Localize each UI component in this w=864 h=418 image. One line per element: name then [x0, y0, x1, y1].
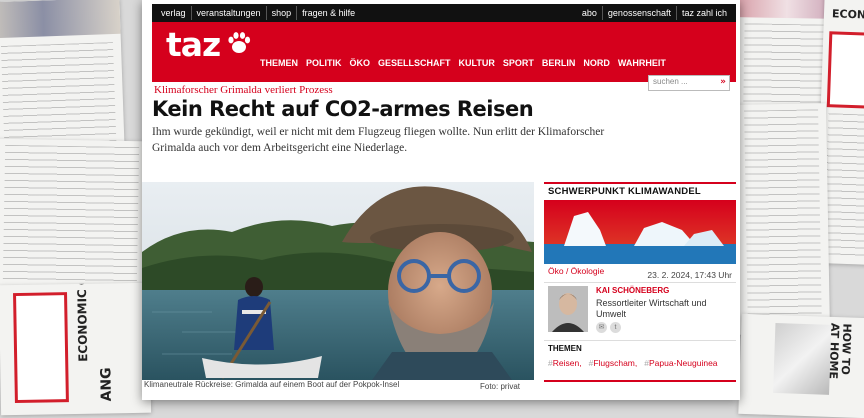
search-input[interactable]: suchen ... »: [648, 75, 730, 91]
article-date: 23. 2. 2024, 17:43 Uhr: [647, 270, 732, 280]
background-red-frame: [13, 292, 69, 404]
image-caption-bar: Klimaneutrale Rückreise: Grimalda auf ei…: [142, 380, 534, 392]
nav-gesellschaft[interactable]: GESELLSCHAFT: [378, 58, 451, 68]
author-name[interactable]: KAI SCHÖNEBERG: [596, 286, 669, 295]
article-headline: Kein Recht auf CO2-armes Reisen: [152, 97, 534, 121]
background-newspaper: ECONOMIC COLLAP ANG: [0, 282, 152, 416]
sidebar-top-rule: [544, 182, 736, 184]
author-avatar[interactable]: [548, 286, 588, 332]
topic-tags: #Reisen, #Flugscham, #Papua-Neuguinea: [548, 358, 718, 368]
nav-sport[interactable]: SPORT: [503, 58, 534, 68]
background-headline: ECONO: [831, 7, 864, 22]
focus-topic-title[interactable]: SCHWERPUNKT KLIMAWANDEL: [548, 186, 701, 197]
iceberg-illustration: [544, 200, 736, 264]
background-red-frame: [826, 31, 864, 109]
double-chevron-right-icon[interactable]: »: [720, 77, 726, 87]
background-photo: [773, 322, 832, 395]
nav-kultur[interactable]: KULTUR: [459, 58, 495, 68]
paw-logo-icon: [228, 32, 251, 53]
background-newspaper: [0, 138, 148, 292]
author-role: Ressortleiter Wirtschaft und Umwelt: [596, 298, 707, 319]
article-teaser: Ihm wurde gekündigt, weil er nicht mit d…: [152, 126, 605, 154]
site-header: taz THEMEN POLITIK ÖKO GESELLSCHAFT KULT…: [152, 22, 736, 91]
nav-oeko[interactable]: ÖKO: [350, 58, 371, 68]
sidebar-mid-rule: [544, 282, 736, 283]
tag-link[interactable]: #Papua-Neuguinea: [644, 358, 717, 368]
article-hero-image[interactable]: [142, 182, 534, 380]
background-newspaper: [735, 103, 831, 335]
nav-politik[interactable]: POLITIK: [306, 58, 342, 68]
link-veranstaltungen[interactable]: veranstaltungen: [192, 6, 267, 20]
mail-icon[interactable]: ✉: [596, 322, 607, 333]
search-placeholder: suchen ...: [653, 77, 688, 86]
themen-label: THEMEN: [548, 344, 582, 353]
background-headline: AT HOME: [826, 322, 842, 380]
top-utility-bar: verlag veranstaltungen shop fragen & hil…: [152, 4, 736, 22]
nav-nord[interactable]: NORD: [583, 58, 610, 68]
article-kicker: Klimaforscher Grimalda verliert Prozess: [154, 84, 333, 96]
nav-berlin[interactable]: BERLIN: [542, 58, 576, 68]
twitter-icon[interactable]: t: [610, 322, 621, 333]
link-verlag[interactable]: verlag: [156, 6, 192, 20]
background-headline: ANG: [98, 367, 115, 402]
background-headline: ECONOMIC COLLAP: [73, 282, 91, 362]
background-newspaper: HOW TO AT HOME: [738, 313, 864, 418]
link-fragen-hilfe[interactable]: fragen & hilfe: [297, 6, 360, 20]
taz-article-page: verlag veranstaltungen shop fragen & hil…: [142, 0, 740, 400]
sidebar-bottom-rule: [544, 380, 736, 382]
sidebar-themen-rule: [544, 340, 736, 341]
main-navigation: THEMEN POLITIK ÖKO GESELLSCHAFT KULTUR S…: [260, 58, 666, 68]
image-caption: Klimaneutrale Rückreise: Grimalda auf ei…: [144, 380, 400, 389]
nav-themen[interactable]: THEMEN: [260, 58, 298, 68]
image-credit: Foto: privat: [479, 382, 520, 391]
link-abo[interactable]: abo: [577, 6, 603, 20]
tag-link[interactable]: #Reisen,: [548, 358, 582, 368]
background-photo: [736, 0, 838, 19]
nav-wahrheit[interactable]: WAHRHEIT: [618, 58, 666, 68]
article-sidebar: SCHWERPUNKT KLIMAWANDEL Öko / Ökologie 2…: [544, 182, 736, 392]
article-category[interactable]: Öko / Ökologie: [548, 266, 604, 276]
background-photo: [0, 0, 121, 39]
hero-photo: [142, 182, 534, 380]
tag-link[interactable]: #Flugscham,: [589, 358, 638, 368]
link-shop[interactable]: shop: [267, 6, 298, 20]
link-genossenschaft[interactable]: genossenschaft: [603, 6, 677, 20]
utility-links-left: verlag veranstaltungen shop fragen & hil…: [156, 6, 360, 20]
focus-topic-image[interactable]: [544, 200, 736, 264]
utility-links-right: abo genossenschaft taz zahl ich: [577, 6, 732, 20]
background-newspaper: [0, 0, 125, 153]
link-taz-zahl-ich[interactable]: taz zahl ich: [677, 6, 732, 20]
taz-logo[interactable]: taz: [166, 25, 221, 64]
